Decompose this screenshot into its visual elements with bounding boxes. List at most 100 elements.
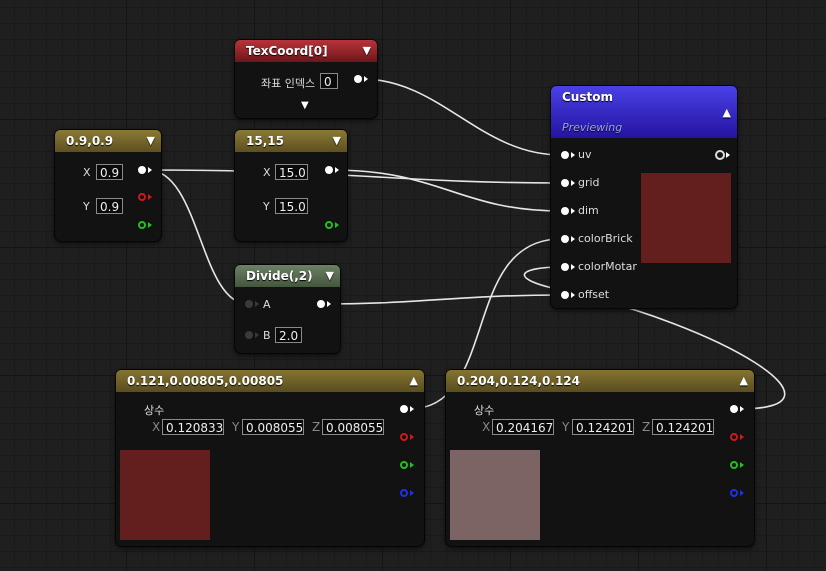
x-label: X (83, 166, 91, 179)
pin-arrow-icon (255, 301, 259, 307)
pin-arrow-icon (571, 264, 575, 270)
x-label: X (482, 420, 491, 434)
texcoord-index-label: 좌표 인덱스 (261, 77, 316, 90)
const2-x-field[interactable]: 0.204167 (492, 419, 554, 435)
custom-preview-swatch (641, 173, 731, 263)
constant3-title: 0.121,0.00805,0.00805 (127, 374, 284, 388)
chevron-up-icon[interactable]: ▲ (723, 102, 731, 124)
chevron-down-icon[interactable]: ▼ (301, 100, 309, 111)
chevron-down-icon[interactable]: ▼ (326, 265, 334, 287)
custom-output-pin[interactable] (715, 150, 725, 160)
chevron-down-icon[interactable]: ▼ (147, 130, 155, 152)
custom-colorbrick-pin[interactable] (561, 235, 569, 243)
constant-09-x-field[interactable]: 0.9 (96, 164, 123, 180)
pin-arrow-icon (740, 406, 744, 412)
pin-arrow-icon (410, 490, 414, 496)
custom-grid-pin[interactable] (561, 179, 569, 187)
custom-input-label: offset (578, 288, 610, 301)
const1-r-pin[interactable] (400, 433, 408, 441)
constant-09-node[interactable]: 0.9,0.9 ▼ X 0.9 Y 0.9 (55, 130, 161, 241)
texcoord-title: TexCoord[0] (246, 44, 328, 58)
custom-input-label: uv (578, 148, 592, 161)
custom-input-label: grid (578, 176, 600, 189)
const1-g-pin[interactable] (400, 461, 408, 469)
constant-09-r-pin[interactable] (138, 193, 146, 201)
wire-09-grid (147, 169, 562, 184)
constant-09-output-pin[interactable] (138, 166, 146, 174)
const2-preview-swatch (450, 450, 540, 540)
const1-z-field[interactable]: 0.008055 (322, 419, 384, 435)
const2-y-field[interactable]: 0.124201 (572, 419, 634, 435)
constant-09-title: 0.9,0.9 (66, 134, 114, 148)
texcoord-output-pin[interactable] (354, 75, 362, 83)
pin-arrow-icon (571, 208, 575, 214)
pin-arrow-icon (255, 332, 259, 338)
divide-node[interactable]: Divide(,2) ▼ A B 2.0 (235, 265, 340, 353)
const2-b-pin[interactable] (730, 489, 738, 497)
pin-arrow-icon (740, 434, 744, 440)
divide-a-label: A (263, 298, 271, 311)
texcoord-node[interactable]: TexCoord[0] ▼ 좌표 인덱스 0 ▼ (235, 40, 377, 118)
constant3-header[interactable]: 0.121,0.00805,0.00805 ▲ (116, 370, 424, 392)
divide-output-pin[interactable] (317, 300, 325, 308)
divide-b-field[interactable]: 2.0 (275, 327, 302, 343)
y-label: Y (562, 420, 570, 434)
constant-1515-y-field[interactable]: 15.0 (275, 198, 308, 214)
chevron-down-icon[interactable]: ▼ (363, 40, 371, 62)
wire-09-divide (147, 169, 249, 305)
z-label: Z (312, 420, 321, 434)
pin-arrow-icon (726, 152, 730, 158)
constant3-node-2[interactable]: 0.204,0.124,0.124 ▲ 상수 X 0.204167 Y 0.12… (446, 370, 754, 546)
pin-arrow-icon (571, 152, 575, 158)
constant3-node-1[interactable]: 0.121,0.00805,0.00805 ▲ 상수 X 0.120833 Y … (116, 370, 424, 546)
texcoord-header[interactable]: TexCoord[0] ▼ (235, 40, 377, 62)
custom-input-label: dim (578, 204, 599, 217)
constant-09-g-pin[interactable] (138, 221, 146, 229)
const2-z-field[interactable]: 0.124201 (652, 419, 714, 435)
custom-node[interactable]: Custom Previewing ▲ uv grid dim colorBri… (551, 86, 737, 308)
chevron-up-icon[interactable]: ▲ (740, 370, 748, 392)
custom-offset-pin[interactable] (561, 291, 569, 299)
const1-b-pin[interactable] (400, 489, 408, 497)
const1-output-pin[interactable] (400, 405, 408, 413)
pin-arrow-icon (364, 76, 368, 82)
custom-subtitle: Previewing (562, 121, 623, 134)
const2-output-pin[interactable] (730, 405, 738, 413)
constant-1515-node[interactable]: 15,15 ▼ X 15.0 Y 15.0 (235, 130, 347, 241)
pin-arrow-icon (410, 434, 414, 440)
x-label: X (263, 166, 271, 179)
divide-a-pin[interactable] (245, 300, 253, 308)
pin-arrow-icon (335, 222, 339, 228)
const1-y-field[interactable]: 0.008055 (242, 419, 304, 435)
custom-dim-pin[interactable] (561, 207, 569, 215)
custom-input-label: colorMotar (578, 260, 637, 273)
divide-header[interactable]: Divide(,2) ▼ (235, 265, 340, 287)
constant3-title: 0.204,0.124,0.124 (457, 374, 580, 388)
divide-title: Divide(,2) (246, 269, 313, 283)
chevron-up-icon[interactable]: ▲ (410, 370, 418, 392)
const1-x-field[interactable]: 0.120833 (162, 419, 224, 435)
constant-1515-g-pin[interactable] (325, 221, 333, 229)
constant-1515-header[interactable]: 15,15 ▼ (235, 130, 347, 152)
pin-arrow-icon (571, 236, 575, 242)
const2-r-pin[interactable] (730, 433, 738, 441)
divide-b-pin[interactable] (245, 331, 253, 339)
const2-g-pin[interactable] (730, 461, 738, 469)
constant-1515-x-field[interactable]: 15.0 (275, 164, 308, 180)
constant-09-y-field[interactable]: 0.9 (96, 198, 123, 214)
custom-header[interactable]: Custom Previewing ▲ (551, 86, 737, 138)
pin-arrow-icon (410, 462, 414, 468)
pin-arrow-icon (571, 180, 575, 186)
pin-arrow-icon (740, 462, 744, 468)
const1-preview-swatch (120, 450, 210, 540)
wire-divide-offset (324, 294, 562, 305)
pin-arrow-icon (410, 406, 414, 412)
custom-colormotar-pin[interactable] (561, 263, 569, 271)
texcoord-index-field[interactable]: 0 (320, 73, 338, 89)
custom-uv-pin[interactable] (561, 151, 569, 159)
constant-09-header[interactable]: 0.9,0.9 ▼ (55, 130, 161, 152)
chevron-down-icon[interactable]: ▼ (333, 130, 341, 152)
constant-1515-title: 15,15 (246, 134, 284, 148)
constant3-header[interactable]: 0.204,0.124,0.124 ▲ (446, 370, 754, 392)
constant-1515-output-pin[interactable] (325, 166, 333, 174)
